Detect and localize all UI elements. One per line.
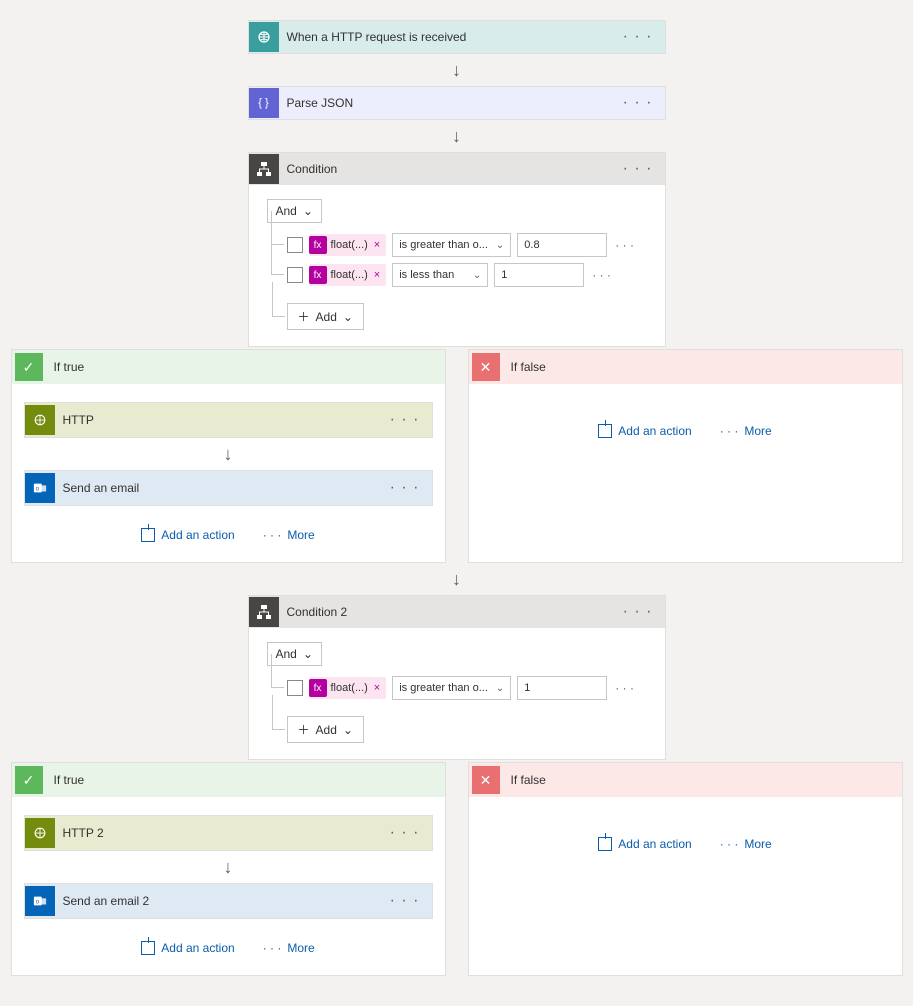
chevron-down-icon: ⌄ [343, 723, 353, 737]
expression-chip[interactable]: fx float(...) × [309, 677, 387, 699]
svg-text:o: o [35, 899, 39, 906]
http-icon [25, 405, 55, 435]
cross-icon: ✕ [472, 766, 500, 794]
operator-dropdown[interactable]: is less than ⌄ [392, 263, 488, 287]
flow-arrow-icon: ↓ [447, 122, 467, 150]
flow-arrow-icon: ↓ [218, 440, 238, 468]
insert-step-icon [598, 837, 612, 851]
parse-json-title: Parse JSON [287, 96, 619, 110]
add-rule-button[interactable]: ＋ Add ⌄ [287, 303, 364, 330]
email-title: Send an email [63, 481, 386, 495]
expression-chip[interactable]: fx float(...) × [309, 264, 387, 286]
add-action-button[interactable]: Add an action [598, 837, 691, 851]
if-true-branch: ✓ If true HTTP · · · ↓ [11, 349, 446, 563]
http2-title: HTTP 2 [63, 826, 386, 840]
outlook-icon: o [25, 473, 55, 503]
more-button[interactable]: · · · More [720, 424, 772, 438]
value-input[interactable]: 0.8 [517, 233, 607, 257]
check-icon: ✓ [15, 353, 43, 381]
chevron-down-icon: ⌄ [473, 270, 481, 281]
chevron-down-icon: ⌄ [496, 240, 504, 251]
fx-icon: fx [309, 236, 327, 254]
fx-icon: fx [309, 266, 327, 284]
http-trigger-icon [249, 22, 279, 52]
rule-checkbox[interactable] [287, 237, 303, 253]
operator-dropdown[interactable]: is greater than o... ⌄ [392, 233, 511, 257]
add-action-button[interactable]: Add an action [141, 528, 234, 542]
http-action-card[interactable]: HTTP · · · [24, 402, 433, 438]
flow-arrow-icon: ↓ [218, 853, 238, 881]
more-button[interactable]: · · · More [263, 528, 315, 542]
value-input[interactable]: 1 [494, 263, 584, 287]
condition-title: Condition [287, 162, 619, 176]
plus-icon: ＋ [298, 308, 310, 325]
fx-icon: fx [309, 679, 327, 697]
email-action-card[interactable]: o Send an email · · · [24, 470, 433, 506]
http-icon [25, 818, 55, 848]
condition2-card: Condition 2 · · · And ⌄ fx float(...) × [248, 595, 666, 760]
flow-arrow-icon: ↓ [447, 565, 467, 593]
card-menu-button[interactable]: · · · [386, 411, 424, 429]
if-false-branch: ✕ If false Add an action · · · More [468, 349, 903, 563]
rule-menu-button[interactable]: · · · [590, 268, 613, 282]
rule-checkbox[interactable] [287, 267, 303, 283]
if-true-label: If true [54, 360, 85, 374]
flow-arrow-icon: ↓ [447, 56, 467, 84]
outlook-icon: o [25, 886, 55, 916]
add-rule-button[interactable]: ＋ Add ⌄ [287, 716, 364, 743]
card-menu-button[interactable]: · · · [619, 603, 657, 621]
insert-step-icon [598, 424, 612, 438]
insert-step-icon [141, 528, 155, 542]
condition-branches: ✓ If true HTTP · · · ↓ [11, 349, 903, 563]
chip-remove-icon[interactable]: × [372, 682, 382, 694]
card-menu-button[interactable]: · · · [619, 160, 657, 178]
parse-json-icon: { } [249, 88, 279, 118]
condition-rule: fx float(...) × is greater than o... ⌄ 1… [287, 676, 647, 700]
if-false-label: If false [511, 773, 546, 787]
if-true-label: If true [54, 773, 85, 787]
email2-action-card[interactable]: o Send an email 2 · · · [24, 883, 433, 919]
insert-step-icon [141, 941, 155, 955]
more-button[interactable]: · · · More [720, 837, 772, 851]
rule-menu-button[interactable]: · · · [613, 681, 636, 695]
value-input[interactable]: 1 [517, 676, 607, 700]
condition-card: Condition · · · And ⌄ fx float(...) × [248, 152, 666, 347]
rule-checkbox[interactable] [287, 680, 303, 696]
check-icon: ✓ [15, 766, 43, 794]
if-true-branch: ✓ If true HTTP 2 · · · ↓ [11, 762, 446, 976]
condition2-title: Condition 2 [287, 605, 619, 619]
svg-text:o: o [35, 486, 39, 493]
condition-rule: fx float(...) × is greater than o... ⌄ 0… [287, 233, 647, 257]
parse-json-card[interactable]: { } Parse JSON · · · [248, 86, 666, 120]
card-menu-button[interactable]: · · · [619, 94, 657, 112]
chevron-down-icon: ⌄ [303, 647, 313, 661]
card-menu-button[interactable]: · · · [386, 479, 424, 497]
trigger-card[interactable]: When a HTTP request is received · · · [248, 20, 666, 54]
chevron-down-icon: ⌄ [303, 204, 313, 218]
add-action-button[interactable]: Add an action [598, 424, 691, 438]
if-false-label: If false [511, 360, 546, 374]
card-menu-button[interactable]: · · · [619, 28, 657, 46]
card-menu-button[interactable]: · · · [386, 892, 424, 910]
chip-remove-icon[interactable]: × [372, 239, 382, 251]
card-menu-button[interactable]: · · · [386, 824, 424, 842]
more-button[interactable]: · · · More [263, 941, 315, 955]
http-title: HTTP [63, 413, 386, 427]
condition-rule: fx float(...) × is less than ⌄ 1 · · · [287, 263, 647, 287]
chevron-down-icon: ⌄ [496, 683, 504, 694]
add-action-button[interactable]: Add an action [141, 941, 234, 955]
chevron-down-icon: ⌄ [343, 310, 353, 324]
condition2-branches: ✓ If true HTTP 2 · · · ↓ [11, 762, 903, 976]
email2-title: Send an email 2 [63, 894, 386, 908]
plus-icon: ＋ [298, 721, 310, 738]
chip-remove-icon[interactable]: × [372, 269, 382, 281]
trigger-title: When a HTTP request is received [287, 30, 619, 44]
condition-icon [249, 154, 279, 184]
operator-dropdown[interactable]: is greater than o... ⌄ [392, 676, 511, 700]
cross-icon: ✕ [472, 353, 500, 381]
if-false-branch: ✕ If false Add an action · · · More [468, 762, 903, 976]
condition-icon [249, 597, 279, 627]
rule-menu-button[interactable]: · · · [613, 238, 636, 252]
expression-chip[interactable]: fx float(...) × [309, 234, 387, 256]
